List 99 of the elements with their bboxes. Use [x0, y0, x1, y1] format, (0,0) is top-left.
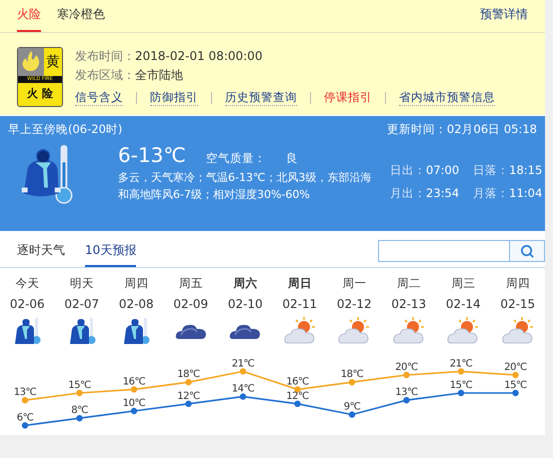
sun-moon-time: 11:04 — [509, 186, 542, 200]
data-point — [403, 372, 410, 378]
data-point — [76, 415, 83, 422]
sun-moon-label: 日出： — [390, 163, 426, 177]
flame-icon — [18, 48, 44, 76]
day-name: 周六 — [233, 276, 258, 291]
sun-behind-cloud-icon — [284, 317, 316, 345]
temperature-label: 18℃ — [177, 369, 200, 380]
search-icon — [520, 244, 534, 258]
data-point — [130, 408, 138, 414]
data-point — [294, 400, 301, 407]
temperature-label: 9℃ — [344, 402, 360, 413]
search-button[interactable] — [510, 240, 545, 262]
weather-description: 多云，天气寒冷；气温6-13℃；北风3级，东部沿海和高地阵风6-7级；相对湿度30%-60% — [118, 170, 372, 203]
data-point — [185, 379, 192, 386]
data-point — [22, 397, 28, 404]
temperature-label: 12℃ — [177, 390, 200, 402]
day-name: 周四 — [124, 276, 148, 291]
data-point — [185, 400, 192, 407]
day-date: 02-08 — [118, 297, 154, 311]
warning-tab[interactable]: 火险 — [17, 6, 41, 32]
data-point — [458, 368, 464, 375]
temperature-range: 6-13℃ — [118, 143, 186, 167]
warning-link[interactable]: 信号含义 — [75, 90, 123, 106]
warning-link[interactable]: 历史预警查询 — [225, 90, 297, 106]
temperature-label: 15℃ — [68, 380, 91, 391]
data-point — [348, 411, 356, 418]
sun-moon-time: 23:54 — [426, 186, 460, 200]
day-name: 周五 — [178, 276, 203, 291]
badge-level-text: 黄 — [45, 53, 61, 72]
issue-area: 全市陆地 — [135, 68, 183, 82]
issue-time-label: 发布时间： — [75, 49, 135, 63]
sun-moon-time: 18:15 — [509, 163, 542, 177]
day-name: 周三 — [451, 276, 476, 291]
temperature-label: 6℃ — [16, 412, 34, 424]
day-date: 02-06 — [10, 297, 45, 311]
warning-link[interactable]: 防御指引 — [150, 90, 198, 106]
day-date: 02-11 — [282, 297, 318, 311]
period-text: 早上至傍晚(06-20时) — [8, 122, 122, 137]
temperature-label: 21℃ — [232, 358, 254, 370]
sun-moon-label: 月落： — [473, 186, 510, 200]
warning-link[interactable]: 停课指引 — [324, 90, 372, 106]
day-name: 明天 — [70, 276, 94, 291]
data-point — [294, 386, 301, 393]
temperature-label: 10℃ — [122, 398, 146, 409]
air-quality-label: 空气质量： — [206, 151, 266, 166]
temperature-label: 18℃ — [340, 369, 364, 380]
sun-moon-label: 日落： — [473, 163, 510, 177]
data-point — [240, 368, 246, 375]
temperature-label: 8℃ — [71, 405, 88, 416]
day-date: 02-10 — [228, 297, 263, 311]
temperature-label: 16℃ — [286, 376, 309, 388]
data-point — [458, 390, 464, 396]
sun-behind-cloud-icon — [502, 317, 534, 345]
data-point — [512, 390, 519, 396]
day-date: 02-15 — [500, 297, 536, 311]
day-name: 周日 — [288, 276, 312, 291]
temperature-label: 16℃ — [122, 376, 146, 388]
day-name: 今天 — [15, 276, 40, 291]
day-date: 02-12 — [336, 297, 372, 311]
update-time: 更新时间：02月06日 05:18 — [386, 122, 537, 137]
sun-behind-cloud-icon — [338, 317, 370, 345]
temperature-label: 20℃ — [504, 362, 527, 373]
temperature-label: 21℃ — [450, 358, 472, 370]
temperature-label: 20℃ — [395, 362, 418, 373]
day-name: 周四 — [506, 276, 530, 291]
temperature-label: 15℃ — [504, 380, 527, 391]
sun-moon-time: 07:00 — [426, 163, 460, 177]
data-point — [348, 379, 356, 386]
warning-tab[interactable]: 寒冷橙色 — [57, 6, 105, 32]
forecast-tab[interactable]: 逐时天气 — [17, 242, 65, 267]
air-quality-value: 良 — [286, 151, 298, 166]
data-point — [76, 390, 83, 396]
data-point — [22, 422, 28, 429]
temperature-label: 12℃ — [286, 390, 309, 402]
day-date: 02-09 — [173, 297, 208, 311]
day-name: 周一 — [342, 276, 366, 291]
day-date: 02-13 — [391, 297, 426, 311]
data-point — [512, 372, 519, 378]
day-date: 02-07 — [64, 297, 100, 311]
issue-area-label: 发布区域： — [75, 68, 135, 82]
forecast-tab[interactable]: 10天预报 — [85, 242, 136, 267]
sun-behind-cloud-icon — [392, 317, 425, 345]
temperature-label: 14℃ — [232, 384, 254, 395]
temperature-label: 13℃ — [14, 387, 36, 398]
sun-behind-cloud-icon — [447, 317, 480, 345]
day-date: 02-14 — [446, 297, 481, 311]
data-point — [403, 397, 410, 404]
search-field[interactable] — [378, 240, 510, 262]
day-name: 周二 — [396, 276, 421, 291]
sun-moon-label: 月出： — [390, 186, 426, 200]
issue-time: 2018-02-01 08:00:00 — [135, 49, 262, 63]
badge-name-text: 火 险 — [26, 86, 54, 102]
data-point — [130, 386, 138, 393]
data-point — [240, 393, 246, 400]
temperature-label: 13℃ — [395, 387, 418, 398]
temperature-label: 15℃ — [450, 380, 472, 391]
warning-details-link[interactable]: 预警详情 — [480, 6, 528, 32]
warning-link[interactable]: 省内城市预警信息 — [399, 90, 495, 106]
